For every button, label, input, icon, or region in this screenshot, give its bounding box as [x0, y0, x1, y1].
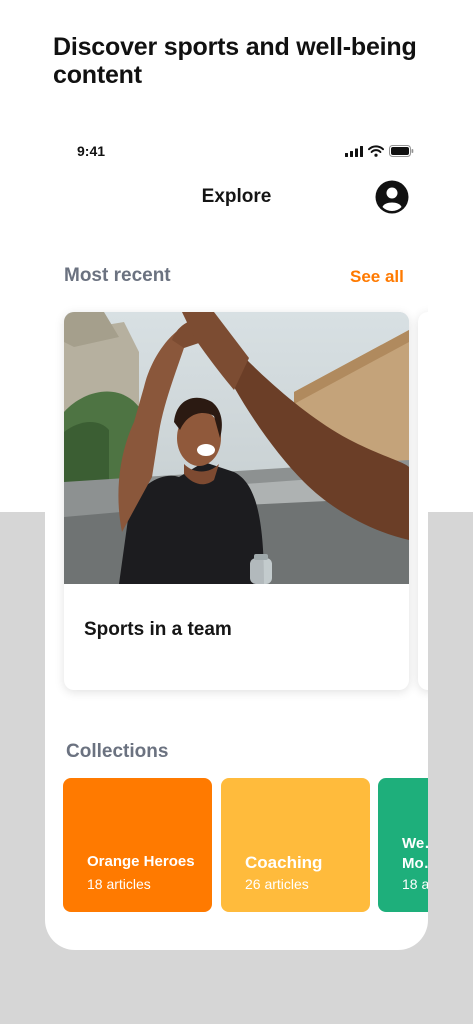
battery-icon	[389, 144, 414, 162]
collection-title: Orange Heroes	[87, 853, 195, 870]
card-image	[64, 312, 409, 584]
phone-screen: 9:41 Explore Most recent See all Sports …	[45, 125, 428, 950]
wifi-icon	[368, 144, 384, 162]
next-article-card[interactable]	[418, 312, 428, 690]
collection-title: We…	[402, 835, 428, 852]
cellular-signal-icon	[345, 144, 363, 162]
collection-title-line2: Mo…	[402, 855, 428, 872]
profile-button[interactable]	[375, 180, 409, 214]
status-time: 9:41	[77, 143, 106, 159]
card-title: Sports in a team	[84, 619, 232, 640]
collection-count: 18 a…	[402, 876, 428, 892]
see-all-link[interactable]: See all	[350, 267, 404, 287]
collection-tile-orange-heroes[interactable]: Orange Heroes 18 articles	[63, 778, 212, 912]
most-recent-title: Most recent	[64, 265, 171, 286]
article-card[interactable]: Sports in a team	[64, 312, 409, 690]
collection-tile-coaching[interactable]: Coaching 26 articles	[221, 778, 370, 912]
profile-icon	[375, 180, 409, 214]
nav-title: Explore	[201, 186, 272, 207]
page-headline: Discover sports and well-being content	[53, 33, 417, 89]
collection-title: Coaching	[245, 853, 323, 872]
collections-title: Collections	[66, 741, 169, 762]
status-icons	[345, 144, 414, 162]
collection-tile-partial[interactable]: We… Mo… 18 a…	[378, 778, 428, 912]
collection-count: 26 articles	[245, 876, 309, 892]
collection-count: 18 articles	[87, 876, 151, 892]
